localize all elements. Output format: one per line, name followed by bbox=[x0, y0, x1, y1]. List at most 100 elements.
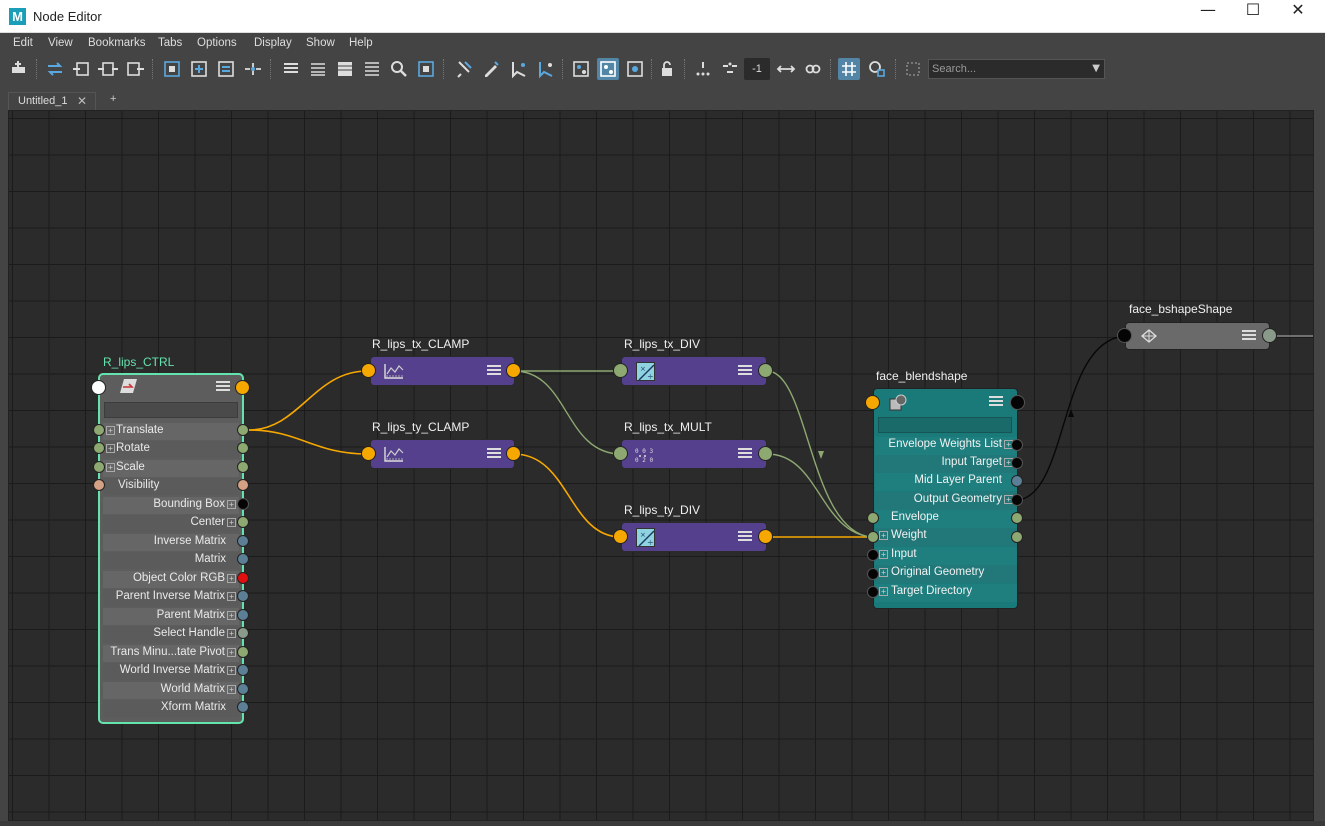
face-blendshape-node[interactable]: Envelope Weights List + Input Target + Mid… bbox=[873, 388, 1018, 609]
node-menu-icon[interactable] bbox=[738, 448, 752, 459]
shape-out-port[interactable] bbox=[1262, 328, 1277, 343]
port-weight-in[interactable] bbox=[867, 531, 879, 543]
tx-clamp-out-port[interactable] bbox=[506, 363, 521, 378]
frame-selected-icon[interactable] bbox=[188, 58, 210, 80]
attr-envelope-weights-list[interactable]: Envelope Weights List + bbox=[875, 437, 1017, 455]
attr-center[interactable]: Center + bbox=[103, 515, 239, 532]
close-icon[interactable]: ✕ bbox=[77, 94, 87, 108]
port-object-color-out[interactable] bbox=[237, 572, 249, 584]
attr-scale[interactable]: + Scale bbox=[103, 460, 239, 477]
maximize-button[interactable]: ☐ bbox=[1230, 0, 1276, 33]
minimize-button[interactable]: — bbox=[1185, 0, 1231, 33]
node-filter-field[interactable] bbox=[104, 402, 238, 418]
show-grid-icon[interactable] bbox=[838, 58, 860, 80]
attr-matrix[interactable]: Matrix bbox=[103, 552, 239, 569]
tab-untitled-1[interactable]: Untitled_1 ✕ bbox=[8, 92, 96, 110]
ty-div-out-port[interactable] bbox=[758, 529, 773, 544]
search-icon[interactable] bbox=[388, 58, 410, 80]
tx-mult-in-port[interactable] bbox=[613, 446, 628, 461]
io-connections-icon[interactable] bbox=[97, 58, 119, 80]
menu-display[interactable]: Display bbox=[254, 37, 292, 49]
frame-all-icon[interactable] bbox=[161, 58, 183, 80]
connected-mode-icon[interactable] bbox=[307, 58, 329, 80]
lock-icon[interactable] bbox=[656, 58, 678, 80]
port-inverse-matrix-out[interactable] bbox=[237, 535, 249, 547]
attr-original-geometry[interactable]: + Original Geometry bbox=[875, 565, 1017, 583]
port-xform-matrix-out[interactable] bbox=[237, 701, 249, 713]
attr-select-handle[interactable]: Select Handle + bbox=[103, 626, 239, 643]
ctrl-output-port[interactable] bbox=[235, 380, 250, 395]
port-envelope-in[interactable] bbox=[867, 512, 879, 524]
output-connections-icon[interactable] bbox=[124, 58, 146, 80]
menu-edit[interactable]: Edit bbox=[13, 37, 33, 49]
attr-visibility[interactable]: Visibility bbox=[103, 478, 239, 495]
attr-output-geometry[interactable]: Output Geometry + bbox=[875, 492, 1017, 510]
menu-show[interactable]: Show bbox=[306, 37, 335, 49]
simple-mode-icon[interactable] bbox=[280, 58, 302, 80]
align-icon[interactable] bbox=[242, 58, 264, 80]
port-rotate-in[interactable] bbox=[93, 442, 105, 454]
r-lips-tx-mult-node[interactable]: 0 0 3 0 2 0 bbox=[621, 439, 767, 469]
graph-canvas[interactable]: R_lips_CTRL + Translate + Rotate + Scale Vi… bbox=[8, 110, 1314, 821]
attr-bounding-box[interactable]: Bounding Box + bbox=[103, 497, 239, 514]
attr-trans-minus-rotate-pivot[interactable]: Trans Minu...tate Pivot + bbox=[103, 645, 239, 662]
port-bounding-box-out[interactable] bbox=[237, 498, 249, 510]
node-menu-icon[interactable] bbox=[487, 365, 501, 376]
menu-help[interactable]: Help bbox=[349, 37, 373, 49]
swatch-icon[interactable] bbox=[415, 58, 437, 80]
tx-clamp-in-port[interactable] bbox=[361, 363, 376, 378]
port-envelope-out[interactable] bbox=[1011, 512, 1023, 524]
attr-inverse-matrix[interactable]: Inverse Matrix bbox=[103, 534, 239, 551]
ty-clamp-in-port[interactable] bbox=[361, 446, 376, 461]
port-envelope-weights-list-out[interactable] bbox=[1011, 439, 1023, 451]
attr-envelope[interactable]: Envelope bbox=[875, 510, 1017, 528]
spacing-icon[interactable] bbox=[719, 58, 741, 80]
ty-clamp-out-port[interactable] bbox=[506, 446, 521, 461]
edit-pins-icon[interactable] bbox=[480, 58, 502, 80]
tx-mult-out-port[interactable] bbox=[758, 446, 773, 461]
node-filter-field[interactable] bbox=[878, 417, 1012, 433]
port-scale-out[interactable] bbox=[237, 461, 249, 473]
port-center-out[interactable] bbox=[237, 516, 249, 528]
close-button[interactable]: ✕ bbox=[1275, 0, 1321, 33]
menu-tabs[interactable]: Tabs bbox=[158, 37, 182, 49]
search-input[interactable] bbox=[932, 61, 1087, 77]
attr-object-color-rgb[interactable]: Object Color RGB + bbox=[103, 571, 239, 588]
attr-input-target[interactable]: Input Target + bbox=[875, 455, 1017, 473]
grid-snap-icon[interactable] bbox=[692, 58, 714, 80]
port-original-geometry-in[interactable] bbox=[867, 568, 879, 580]
snap-to-grid-icon[interactable] bbox=[866, 58, 888, 80]
custom-mode-icon[interactable] bbox=[361, 58, 383, 80]
attr-xform-matrix[interactable]: Xform Matrix bbox=[103, 700, 239, 717]
blendshape-out-port[interactable] bbox=[1010, 395, 1025, 410]
r-lips-tx-div-node[interactable]: × ÷ bbox=[621, 356, 767, 386]
graph-io-icon[interactable] bbox=[44, 58, 66, 80]
pin-icon[interactable] bbox=[453, 58, 475, 80]
link-icon[interactable] bbox=[802, 58, 824, 80]
port-matrix-out[interactable] bbox=[237, 553, 249, 565]
node-menu-icon[interactable] bbox=[487, 448, 501, 459]
port-parent-inverse-matrix-out[interactable] bbox=[237, 590, 249, 602]
blendshape-in-port[interactable] bbox=[865, 395, 880, 410]
node-menu-icon[interactable] bbox=[738, 365, 752, 376]
port-scale-in[interactable] bbox=[93, 461, 105, 473]
r-lips-tx-clamp-node[interactable] bbox=[370, 356, 515, 386]
attr-weight[interactable]: + Weight bbox=[875, 528, 1017, 546]
port-mid-layer-parent-out[interactable] bbox=[1011, 475, 1023, 487]
attr-rotate[interactable]: + Rotate bbox=[103, 441, 239, 458]
shader-network-icon[interactable] bbox=[597, 58, 619, 80]
attr-filter-all-icon[interactable] bbox=[534, 58, 556, 80]
add-tab-button[interactable]: + bbox=[110, 93, 116, 105]
port-input-in[interactable] bbox=[867, 549, 879, 561]
search-box[interactable]: ▼ bbox=[928, 59, 1105, 79]
attr-target-directory[interactable]: + Target Directory bbox=[875, 584, 1017, 602]
node-menu-icon[interactable] bbox=[989, 396, 1003, 407]
bookmark-icon[interactable] bbox=[902, 58, 924, 80]
port-translate-in[interactable] bbox=[93, 424, 105, 436]
ty-div-in-port[interactable] bbox=[613, 529, 628, 544]
attr-mid-layer-parent[interactable]: Mid Layer Parent bbox=[875, 473, 1017, 491]
port-select-handle-out[interactable] bbox=[237, 627, 249, 639]
menu-options[interactable]: Options bbox=[197, 37, 237, 49]
menu-bookmarks[interactable]: Bookmarks bbox=[88, 37, 146, 49]
port-input-target-out[interactable] bbox=[1011, 457, 1023, 469]
